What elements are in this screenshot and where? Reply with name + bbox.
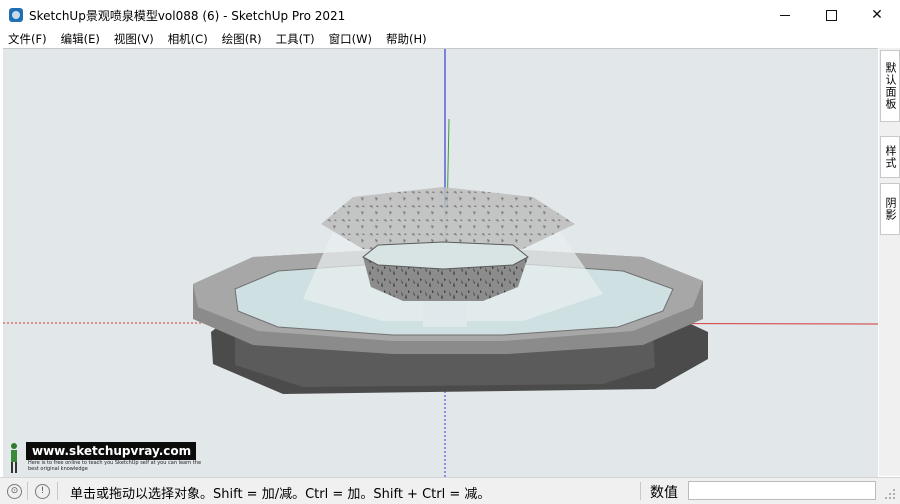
menu-help[interactable]: 帮助(H) <box>378 31 433 47</box>
menu-draw[interactable]: 绘图(R) <box>214 31 268 47</box>
model-viewport[interactable] <box>3 48 878 477</box>
status-divider <box>640 482 641 500</box>
logo-banner: www.sketchupvray.com <box>26 442 196 460</box>
geo-location-icon[interactable]: ⊙ <box>7 484 22 499</box>
sketchup-app-icon <box>9 8 23 22</box>
center-basin-water <box>362 241 529 270</box>
tray-tab-default-panel[interactable]: 默认面板 <box>880 50 900 122</box>
logo-subtext: Here is to free online to teach you Sket… <box>28 460 202 472</box>
measurements-label: 数值 <box>650 485 678 501</box>
measurements-input[interactable] <box>688 481 876 500</box>
title-bar: SketchUp景观喷泉模型vol088 (6) - SketchUp Pro … <box>0 0 900 30</box>
right-tray: 默认面板 样式 阴影 <box>879 48 900 476</box>
fountain-model-scene <box>3 49 878 477</box>
menu-view[interactable]: 视图(V) <box>106 31 160 47</box>
minimize-button[interactable] <box>762 0 808 30</box>
menu-tools[interactable]: 工具(T) <box>268 31 321 47</box>
menu-camera[interactable]: 相机(C) <box>160 31 214 47</box>
maximize-button[interactable] <box>808 0 854 30</box>
tray-tab-shadows[interactable]: 阴影 <box>880 183 900 235</box>
menu-window[interactable]: 窗口(W) <box>321 31 378 47</box>
basin-pillar <box>423 301 467 327</box>
status-bar: ⊙ ! 单击或拖动以选择对象。Shift = 加/减。Ctrl = 加。Shif… <box>0 477 900 504</box>
menu-bar: 文件(F) 编辑(E) 视图(V) 相机(C) 绘图(R) 工具(T) 窗口(W… <box>0 30 900 48</box>
sketchupvray-logo: www.sketchupvray.com Here is to free onl… <box>4 440 201 474</box>
menu-edit[interactable]: 编辑(E) <box>53 31 106 47</box>
menu-file[interactable]: 文件(F) <box>0 31 53 47</box>
tray-tab-styles[interactable]: 样式 <box>880 136 900 178</box>
info-icon[interactable]: ! <box>35 484 50 499</box>
status-message: 单击或拖动以选择对象。Shift = 加/减。Ctrl = 加。Shift + … <box>70 487 491 502</box>
window-title: SketchUp景观喷泉模型vol088 (6) - SketchUp Pro … <box>29 9 346 23</box>
close-button[interactable]: ✕ <box>854 0 900 30</box>
resize-grip-icon[interactable] <box>884 486 896 500</box>
person-figure-icon <box>11 443 17 473</box>
status-divider <box>57 482 58 500</box>
status-divider <box>27 482 28 500</box>
